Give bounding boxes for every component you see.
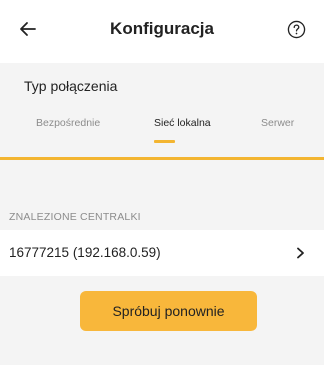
connection-type-section: Typ połączenia Bezpośrednie Sieć lokalna… bbox=[0, 63, 324, 157]
active-tab-indicator bbox=[154, 140, 175, 143]
accent-divider bbox=[0, 157, 324, 160]
page-title: Konfiguracja bbox=[110, 19, 214, 38]
chevron-right-icon bbox=[297, 247, 304, 259]
found-devices-label: ZNALEZIONE CENTRALKI bbox=[9, 211, 141, 223]
retry-button[interactable]: Spróbuj ponownie bbox=[80, 291, 257, 331]
tab-direct[interactable]: Bezpośrednie bbox=[36, 117, 100, 129]
device-list-item[interactable]: 16777215 (192.168.0.59) bbox=[0, 230, 324, 276]
device-name: 16777215 (192.168.0.59) bbox=[9, 245, 161, 260]
help-icon[interactable] bbox=[287, 20, 306, 39]
connection-type-title: Typ połączenia bbox=[24, 78, 118, 94]
app-header: Konfiguracja bbox=[0, 0, 324, 63]
tab-server[interactable]: Serwer bbox=[261, 117, 294, 129]
tab-local-network[interactable]: Sieć lokalna bbox=[154, 117, 211, 129]
